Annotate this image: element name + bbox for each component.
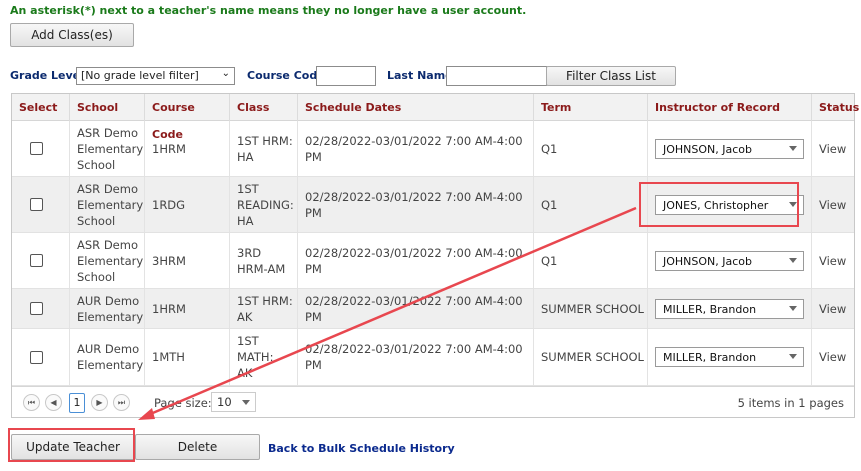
instructor-select[interactable]: MILLER, Brandon — [655, 298, 804, 319]
chevron-down-icon — [789, 354, 797, 359]
course-code-input[interactable] — [316, 66, 376, 86]
class-cell: 1ST HRM: HA — [229, 121, 297, 176]
row-checkbox[interactable] — [30, 198, 43, 211]
instructor-select[interactable]: MILLER, Brandon — [655, 347, 804, 367]
instructor-cell: JOHNSON, Jacob — [647, 121, 811, 176]
schedule-dates-cell: 02/28/2022-03/01/2022 7:00 AM-4:00 PM — [297, 177, 533, 232]
col-schedule-dates[interactable]: Schedule Dates — [297, 94, 533, 121]
chevron-down-icon: ⌄ — [221, 68, 230, 79]
account-note: An asterisk(*) next to a teacher's name … — [10, 4, 527, 17]
col-school[interactable]: School — [69, 94, 144, 121]
select-cell — [12, 329, 69, 385]
school-cell: ASR Demo Elementary School — [69, 177, 144, 232]
grade-level-label: Grade Level — [10, 69, 84, 82]
course-code-label: Course Code — [247, 69, 325, 82]
status-cell[interactable]: View — [811, 121, 854, 176]
term-cell: Q1 — [533, 233, 647, 288]
course-code-cell: 1HRM — [144, 289, 229, 328]
grid-pager: ⏮ ◀ 1 ▶ ⏭ Page size: 10 5 items in 1 pag… — [12, 386, 854, 417]
status-cell[interactable]: View — [811, 329, 854, 385]
course-code-cell: 1MTH — [144, 329, 229, 385]
filter-class-list-button[interactable]: Filter Class List — [546, 66, 676, 86]
first-page-icon[interactable]: ⏮ — [23, 394, 40, 411]
last-name-label: Last Name — [387, 69, 453, 82]
next-page-icon[interactable]: ▶ — [91, 394, 108, 411]
col-term[interactable]: Term — [533, 94, 647, 121]
last-page-icon[interactable]: ⏭ — [113, 394, 130, 411]
col-instructor[interactable]: Instructor of Record — [647, 94, 811, 121]
status-cell[interactable]: View — [811, 177, 854, 232]
instructor-select[interactable]: JOHNSON, Jacob — [655, 250, 804, 271]
select-cell — [12, 289, 69, 328]
class-cell: 3RD HRM-AM — [229, 233, 297, 288]
course-code-cell: 1RDG — [144, 177, 229, 232]
term-cell: Q1 — [533, 121, 647, 176]
table-row: ASR Demo Elementary School 3HRM 3RD HRM-AM … — [12, 233, 854, 289]
term-cell: Q1 — [533, 177, 647, 232]
col-course-code[interactable]: Course Code — [144, 94, 229, 141]
select-cell — [12, 233, 69, 288]
select-cell — [12, 121, 69, 176]
school-cell: ASR Demo Elementary School — [69, 233, 144, 288]
schedule-dates-cell: 02/28/2022-03/01/2022 7:00 AM-4:00 PM — [297, 233, 533, 288]
school-cell: AUR Demo Elementary — [69, 289, 144, 328]
instructor-cell: JOHNSON, Jacob — [647, 233, 811, 288]
class-grid: Select School Course Code Class Schedule… — [11, 93, 859, 418]
table-row: ASR Demo Elementary School 1HRM 1ST HRM: HA… — [12, 121, 854, 177]
pager-summary: 5 items in 1 pages — [737, 396, 844, 410]
schedule-dates-cell: 02/28/2022-03/01/2022 7:00 AM-4:00 PM — [297, 121, 533, 176]
current-page-button[interactable]: 1 — [69, 393, 85, 413]
row-checkbox[interactable] — [30, 142, 43, 155]
add-class-button[interactable]: Add Class(es) — [10, 23, 134, 47]
back-to-history-link[interactable]: Back to Bulk Schedule History — [268, 442, 455, 455]
col-select[interactable]: Select — [12, 94, 69, 121]
schedule-dates-cell: 02/28/2022-03/01/2022 7:00 AM-4:00 PM — [297, 329, 533, 385]
select-cell — [12, 177, 69, 232]
table-row: AUR Demo Elementary 1MTH 1ST MATH: AK 02/28… — [12, 329, 854, 386]
row-checkbox[interactable] — [30, 302, 43, 315]
course-code-cell: 1HRM — [144, 121, 229, 176]
school-cell: AUR Demo Elementary — [69, 329, 144, 385]
highlight-instructor-box — [639, 182, 799, 227]
schedule-dates-cell: 02/28/2022-03/01/2022 7:00 AM-4:00 PM — [297, 289, 533, 328]
row-checkbox[interactable] — [30, 254, 43, 267]
last-name-input[interactable] — [446, 66, 547, 86]
chevron-down-icon — [242, 400, 250, 405]
table-row: AUR Demo Elementary 1HRM 1ST HRM: AK 02/28… — [12, 289, 854, 329]
instructor-cell: MILLER, Brandon — [647, 329, 811, 385]
page-size-value: 10 — [217, 395, 232, 409]
class-cell: 1ST HRM: AK — [229, 289, 297, 328]
prev-page-icon[interactable]: ◀ — [45, 394, 62, 411]
grade-level-select[interactable]: [No grade level filter] ⌄ — [76, 67, 235, 85]
col-status[interactable]: Status — [811, 94, 859, 121]
page-size-label: Page size: — [154, 396, 212, 410]
highlight-update-button-box — [8, 428, 135, 462]
class-cell: 1ST READING: HA — [229, 177, 297, 232]
grid-header: Select School Course Code Class Schedule… — [12, 94, 859, 141]
chevron-down-icon — [789, 305, 797, 311]
row-checkbox[interactable] — [30, 350, 43, 364]
page-size-select[interactable]: 10 — [211, 392, 256, 412]
term-cell: SUMMER SCHOOL — [533, 289, 647, 328]
instructor-cell: MILLER, Brandon — [647, 289, 811, 328]
col-class[interactable]: Class — [229, 94, 297, 121]
school-cell: ASR Demo Elementary School — [69, 121, 144, 176]
instructor-select[interactable]: JOHNSON, Jacob — [655, 138, 804, 159]
chevron-down-icon — [789, 145, 797, 151]
term-cell: SUMMER SCHOOL — [533, 329, 647, 385]
chevron-down-icon — [789, 257, 797, 263]
filter-bar: Grade Level [No grade level filter] ⌄ Co… — [0, 66, 861, 86]
course-code-cell: 3HRM — [144, 233, 229, 288]
status-cell[interactable]: View — [811, 289, 854, 328]
class-cell: 1ST MATH: AK — [229, 329, 297, 385]
delete-button[interactable]: Delete — [135, 434, 260, 460]
grade-level-value: [No grade level filter] — [81, 69, 199, 82]
status-cell[interactable]: View — [811, 233, 854, 288]
